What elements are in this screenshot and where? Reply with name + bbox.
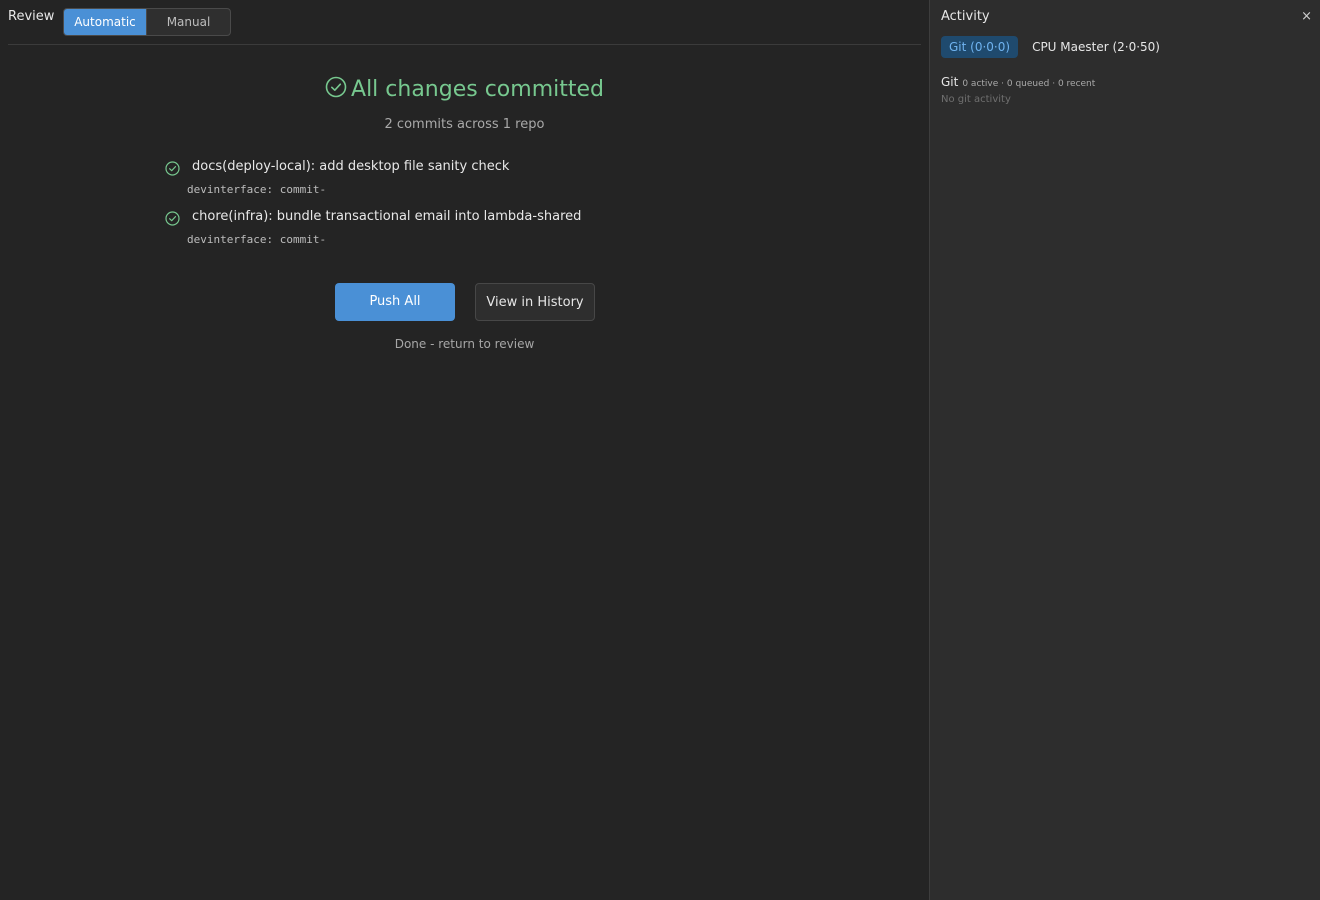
activity-panel: Activity × Git (0·0·0) CPU Maester (2·0·… [929,0,1320,900]
commit-success-title: All changes committed [351,77,604,102]
review-main: Review Automatic Manual All changes comm… [0,0,929,900]
check-circle-icon [165,161,180,176]
review-title: Review [8,9,55,24]
done-return-link[interactable]: Done - return to review [0,337,929,351]
tab-cpu-maester[interactable]: CPU Maester (2·0·50) [1024,36,1168,58]
git-status-row: Git 0 active · 0 queued · 0 recent [941,71,1095,90]
git-section-label: Git [941,75,959,89]
review-mode-toggle: Automatic Manual [63,8,231,36]
activity-panel-title: Activity [941,9,990,24]
activity-tabs: Git (0·0·0) CPU Maester (2·0·50) [941,36,1168,58]
commit-message: docs(deploy-local): add desktop file san… [192,159,510,174]
commit-meta: devinterface: commit- [187,183,327,196]
mode-automatic-button[interactable]: Automatic [64,9,146,35]
push-all-button[interactable]: Push All [335,283,455,321]
git-stats: 0 active · 0 queued · 0 recent [962,79,1096,89]
mode-manual-button[interactable]: Manual [146,9,230,35]
tab-git[interactable]: Git (0·0·0) [941,36,1019,58]
commit-meta: devinterface: commit- [187,233,327,246]
commit-message: chore(infra): bundle transactional email… [192,209,582,224]
check-circle-icon [325,76,347,104]
empty-state-text: No git activity [941,94,1011,105]
review-toolbar: Review Automatic Manual [8,0,921,45]
view-in-history-button[interactable]: View in History [475,283,595,321]
check-circle-icon [165,211,180,226]
app-window: Review Automatic Manual All changes comm… [0,0,1320,900]
close-icon[interactable]: × [1301,9,1312,25]
commit-summary-text: 2 commits across 1 repo [384,117,545,132]
commit-success-heading: All changes committed [0,76,929,104]
